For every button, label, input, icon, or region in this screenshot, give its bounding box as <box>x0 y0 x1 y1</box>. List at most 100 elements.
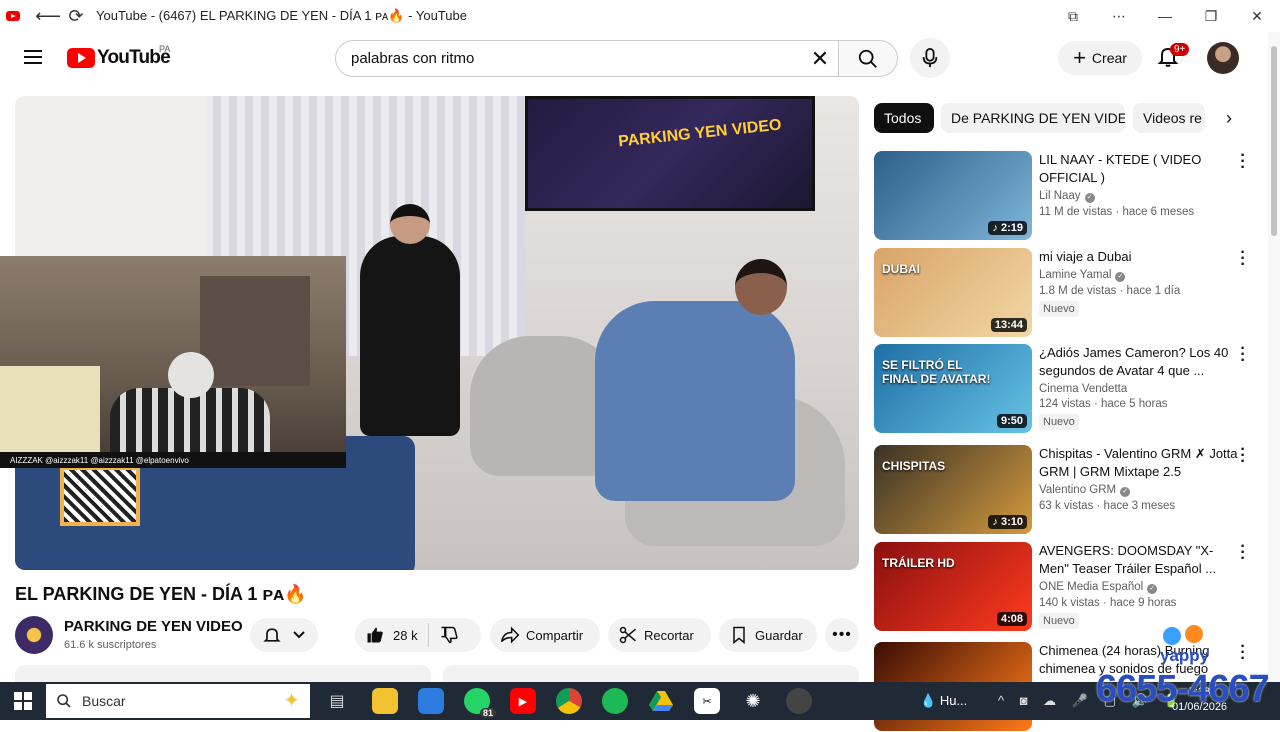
windows-start-icon[interactable] <box>14 692 32 710</box>
video-duration: ♪ 3:10 <box>988 515 1027 529</box>
video-thumbnail[interactable]: SE FILTRÓ EL FINAL DE AVATAR! 9:50 <box>874 344 1032 433</box>
whatsapp-badge: 81 <box>479 708 496 718</box>
obs-icon[interactable] <box>786 688 812 714</box>
notification-badge: 9+ <box>1170 43 1190 56</box>
like-count[interactable]: 28 k <box>393 628 418 643</box>
recommendation-item[interactable]: CHISPITAS ♪ 3:10 Chispitas - Valentino GRM… <box>874 442 1268 535</box>
recommendation-item[interactable]: SE FILTRÓ EL FINAL DE AVATAR! 9:50 ¿Adiós … <box>874 341 1268 434</box>
recommendation-title[interactable]: AVENGERS: DOOMSDAY "X-Men" Teaser Tráile… <box>1039 542 1239 578</box>
recommendation-channel[interactable]: Cinema Vendetta <box>1039 383 1239 395</box>
voice-search-button[interactable] <box>910 38 950 78</box>
app-install-icon[interactable]: ⧉ <box>1050 8 1096 25</box>
whatsapp-icon[interactable]: 81 <box>464 688 496 718</box>
verified-icon: ✓ <box>1120 487 1131 497</box>
share-icon <box>500 626 520 644</box>
recommendation-item[interactable]: ♪ 2:19 LIL NAAY - KTEDE ( VIDEO OFFICIAL … <box>874 148 1268 241</box>
chevron-right-icon[interactable]: › <box>1215 104 1243 132</box>
refresh-icon[interactable]: ⟳ <box>62 2 90 30</box>
new-badge: Nuevo <box>1039 414 1079 430</box>
youtube-app-icon[interactable]: ▶ <box>510 688 536 714</box>
more-vert-icon[interactable]: · · · <box>1238 442 1248 470</box>
task-view-icon[interactable]: ▤ <box>324 688 350 714</box>
share-button[interactable]: Compartir <box>490 618 600 652</box>
back-arrow-icon[interactable]: ⟵ <box>34 2 62 30</box>
recommendation-title[interactable]: Chispitas - Valentino GRM ✗ Jotta GRM | … <box>1039 445 1239 481</box>
store-icon[interactable] <box>418 688 444 714</box>
video-duration: 13:44 <box>990 318 1027 332</box>
more-options-icon[interactable]: ⋯ <box>1096 8 1142 25</box>
spotify-icon[interactable] <box>602 688 628 714</box>
chip-channel[interactable]: De PARKING DE YEN VIDEO <box>941 103 1125 133</box>
recommendation-channel[interactable]: Valentino GRM ✓ <box>1039 484 1239 497</box>
youtube-play-icon <box>67 48 95 68</box>
save-button[interactable]: Guardar <box>719 618 817 652</box>
channel-avatar[interactable] <box>15 616 53 654</box>
recommendation-meta: 1.8 M de vistas · hace 1 día <box>1039 285 1181 297</box>
verified-icon: ✓ <box>1084 193 1095 203</box>
more-actions-button[interactable]: ••• <box>825 618 859 652</box>
recommendation-channel[interactable]: Lamine Yamal ✓ <box>1039 269 1239 282</box>
video-scene-person <box>360 204 460 436</box>
video-thumbnail[interactable]: ♪ 2:19 <box>874 151 1032 240</box>
menu-icon[interactable] <box>24 50 42 64</box>
video-thumbnail[interactable]: TRÁILER HD 4:08 <box>874 542 1032 631</box>
recommendation-channel[interactable]: ONE Media Español ✓ <box>1039 581 1239 594</box>
plus-icon: + <box>1073 45 1086 70</box>
bell-icon <box>263 628 281 642</box>
clip-button[interactable]: Recortar <box>608 618 711 652</box>
chrome-icon[interactable] <box>556 688 582 714</box>
qr-code <box>60 466 140 526</box>
more-vert-icon[interactable]: · · · <box>1238 245 1248 273</box>
video-scene-person <box>595 259 795 501</box>
recommendation-title[interactable]: ¿Adiós James Cameron? Los 40 segundos de… <box>1039 344 1239 380</box>
clear-search-icon[interactable]: ✕ <box>807 46 833 72</box>
account-avatar[interactable] <box>1207 42 1239 74</box>
capcut-icon[interactable]: ✂ <box>694 688 720 714</box>
more-vert-icon[interactable]: · · · <box>1238 539 1248 567</box>
search-input[interactable]: palabras con ritmo ✕ <box>335 40 839 77</box>
subscribe-notifications-button[interactable] <box>250 618 318 652</box>
thumbnail-label: TRÁILER HD <box>882 556 955 570</box>
recommendation-item[interactable]: DUBAI 13:44 mi viaje a Dubai Lamine Yamal ✓ 1… <box>874 245 1268 338</box>
channel-name[interactable]: PARKING DE YEN VIDEO <box>64 618 243 635</box>
minimize-button[interactable]: — <box>1142 8 1188 24</box>
search-value: palabras con ritmo <box>351 50 475 67</box>
more-vert-icon[interactable]: · · · <box>1238 341 1248 369</box>
scrollbar-thumb[interactable] <box>1271 46 1277 236</box>
taskbar-search-placeholder: Buscar <box>82 693 126 709</box>
video-thumbnail[interactable]: CHISPITAS ♪ 3:10 <box>874 445 1032 534</box>
youtube-logo[interactable]: YouTube PA <box>67 44 171 68</box>
chip-todos[interactable]: Todos <box>874 103 934 133</box>
maximize-button[interactable]: ❐ <box>1188 8 1234 25</box>
recommendation-item[interactable]: TRÁILER HD 4:08 AVENGERS: DOOMSDAY "X-Men"… <box>874 539 1268 632</box>
recommendation-channel[interactable]: Lil Naay ✓ <box>1039 190 1239 203</box>
chip-related[interactable]: Videos re <box>1133 103 1205 133</box>
page-scrollbar[interactable] <box>1268 32 1280 682</box>
google-drive-icon[interactable] <box>648 688 674 714</box>
verified-icon: ✓ <box>1115 272 1126 282</box>
new-badge: Nuevo <box>1039 613 1079 629</box>
notifications-button[interactable]: 9+ <box>1156 43 1190 70</box>
yappy-brand: yappy <box>1160 646 1210 665</box>
like-icon[interactable] <box>365 625 385 645</box>
recommendation-title[interactable]: LIL NAAY - KTEDE ( VIDEO OFFICIAL ) <box>1039 151 1239 187</box>
recommendation-title[interactable]: mi viaje a Dubai <box>1039 248 1239 266</box>
video-thumbnail[interactable]: DUBAI 13:44 <box>874 248 1032 337</box>
window-controls: ⧉ ⋯ — ❐ ✕ <box>1050 0 1280 32</box>
dislike-icon[interactable] <box>439 625 459 645</box>
weather-widget[interactable]: 💧 Hu... <box>920 693 967 709</box>
thumbnail-label: CHISPITAS <box>882 459 946 473</box>
yappy-logo-icon <box>1163 625 1203 645</box>
video-scene-tv: PARKING YEN VIDEO <box>525 96 815 211</box>
chatgpt-icon[interactable]: ✺ <box>740 688 766 714</box>
more-vert-icon[interactable]: · · · <box>1238 148 1248 176</box>
taskbar-search[interactable]: Buscar ✦ <box>46 684 310 718</box>
close-button[interactable]: ✕ <box>1234 8 1280 25</box>
sparkle-icon: ✦ <box>283 690 300 712</box>
file-explorer-icon[interactable] <box>372 688 398 714</box>
stream-social-text: AIZZZAK @aizzzak11 @aizzzak11 @elpatoenv… <box>10 455 189 465</box>
search-button[interactable] <box>838 40 898 77</box>
more-vert-icon[interactable]: · · · <box>1238 639 1248 667</box>
windows-taskbar: Buscar ✦ ▤ 81 ▶ ✂ ✺ 💧 Hu... ^ ◙ ☁ 🎤 ▢ 🔊 … <box>0 682 1280 720</box>
create-button[interactable]: + Crear <box>1058 41 1142 75</box>
